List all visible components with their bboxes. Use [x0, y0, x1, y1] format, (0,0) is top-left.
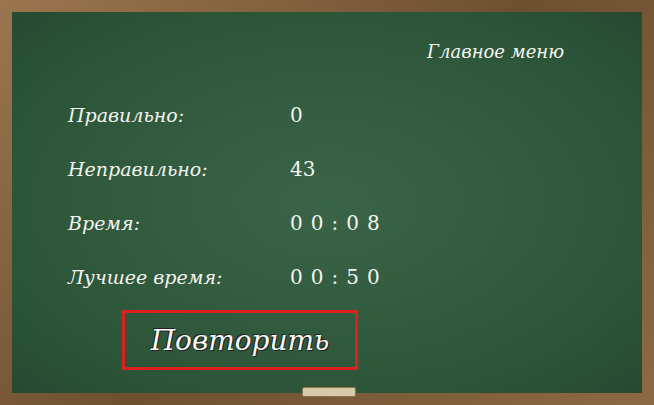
- stat-label: Неправильно:: [68, 158, 290, 180]
- header: Главное меню: [12, 12, 642, 64]
- stat-label: Время:: [68, 212, 290, 234]
- stat-value: 00:50: [290, 265, 642, 289]
- retry-button[interactable]: Повторить: [122, 310, 358, 370]
- stat-value: 43: [290, 157, 642, 181]
- chalk-tray: [302, 387, 356, 397]
- stat-value: 00:08: [290, 211, 642, 235]
- stats-table: Правильно:0 Неправильно:43 Время:00:08 Лучш…: [12, 88, 642, 304]
- stat-label: Правильно:: [68, 104, 290, 126]
- stat-label: Лучшее время:: [68, 266, 290, 288]
- chalkboard-frame: Главное меню Правильно:0 Неправильно:43 Вре…: [0, 0, 654, 405]
- chalkboard: Главное меню Правильно:0 Неправильно:43 Вре…: [12, 12, 642, 393]
- actions: Повторить: [12, 310, 642, 370]
- main-menu-link[interactable]: Главное меню: [427, 40, 564, 64]
- stat-value: 0: [290, 103, 642, 127]
